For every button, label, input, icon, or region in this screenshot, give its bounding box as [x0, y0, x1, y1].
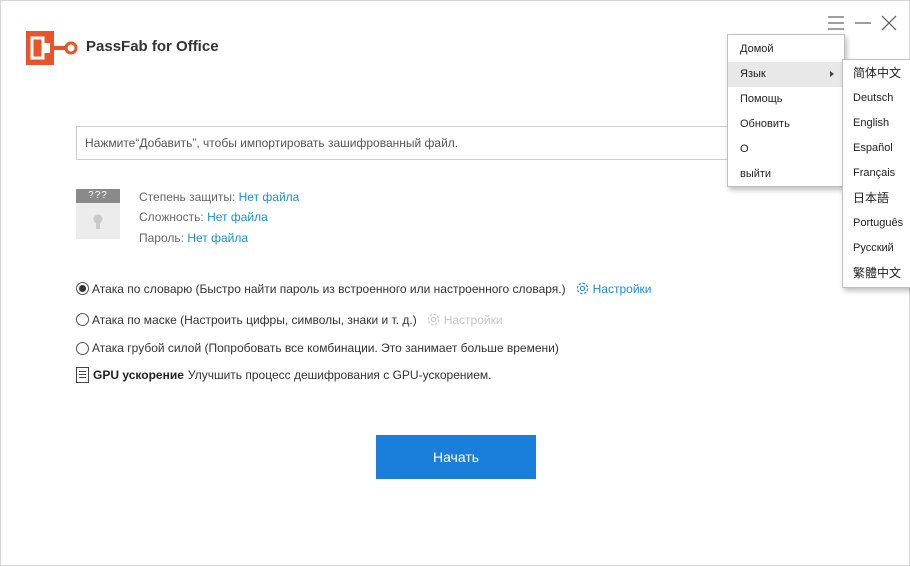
language-item-russian[interactable]: Русский [843, 236, 910, 261]
dictionary-attack-option[interactable]: Атака по словарю (Быстро найти пароль из… [76, 280, 651, 297]
brute-force-attack-radio[interactable] [76, 341, 89, 355]
mask-attack-radio[interactable] [76, 313, 89, 326]
language-item-german[interactable]: Deutsch [843, 86, 910, 111]
dictionary-settings-button[interactable]: Настройки [574, 280, 652, 297]
mask-settings-button: Настройки [425, 311, 503, 328]
menu-item-update[interactable]: Обновить [728, 112, 844, 137]
dictionary-attack-radio[interactable] [76, 282, 89, 295]
brute-force-attack-option[interactable]: Атака грубой силой (Попробовать все комб… [76, 341, 559, 355]
menu-item-about[interactable]: О [728, 137, 844, 162]
language-item-spanish[interactable]: Español [843, 136, 910, 161]
menu-item-exit[interactable]: выйти [728, 162, 844, 187]
complexity-row: Сложность: Нет файла [139, 210, 268, 224]
main-menu: Домой Язык Помощь Обновить О выйти [727, 34, 845, 187]
start-button[interactable]: Начать [376, 435, 536, 479]
language-item-japanese[interactable]: 日本語 [843, 186, 910, 211]
password-value: Нет файла [187, 231, 249, 245]
gear-icon [576, 282, 588, 295]
gpu-acceleration-title: GPU ускорение [93, 368, 184, 382]
close-icon[interactable] [879, 13, 899, 33]
app-window: PassFab for Office ??? Степень защиты: Н… [0, 0, 910, 566]
dictionary-settings-label: Настройки [592, 281, 652, 296]
gpu-acceleration-row: GPU ускорение Улучшить процесс дешифрова… [76, 367, 491, 383]
language-item-french[interactable]: Français [843, 161, 910, 186]
menu-item-home[interactable]: Домой [728, 37, 844, 62]
complexity-value: Нет файла [207, 210, 268, 224]
password-label: Пароль: [139, 231, 184, 245]
brute-force-attack-label: Атака грубой силой (Попробовать все комб… [92, 341, 559, 355]
mask-attack-option[interactable]: Атака по маске (Настроить цифры, символы… [76, 311, 503, 328]
protection-level-value: Нет файла [238, 190, 300, 204]
file-path-input[interactable] [76, 126, 746, 160]
language-item-portuguese[interactable]: Português [843, 211, 910, 236]
menu-icon[interactable] [826, 13, 846, 33]
dictionary-attack-label: Атака по словарю (Быстро найти пароль из… [92, 281, 566, 296]
language-item-english[interactable]: English [843, 111, 910, 136]
language-item-simplified-chinese[interactable]: 简体中文 [843, 61, 910, 86]
app-title: PassFab for Office [86, 38, 219, 55]
protection-level-label: Степень защиты: [139, 190, 236, 204]
file-thumbnail: ??? [76, 189, 120, 239]
gear-icon [427, 313, 439, 326]
passfab-logo-icon [26, 31, 78, 65]
lock-icon [93, 214, 103, 229]
gpu-acceleration-description: Улучшить процесс дешифрования с GPU-уско… [187, 368, 492, 382]
language-menu: 简体中文 Deutsch English Español Français 日本… [842, 59, 910, 288]
mask-settings-label: Настройки [443, 312, 503, 327]
submenu-arrow-icon [830, 71, 834, 77]
minimize-icon[interactable] [853, 13, 873, 33]
thumbnail-label: ??? [76, 189, 120, 203]
menu-item-help[interactable]: Помощь [728, 87, 844, 112]
language-item-traditional-chinese[interactable]: 繁體中文 [843, 261, 910, 286]
protection-level-row: Степень защиты: Нет файла [139, 190, 299, 204]
password-row: Пароль: Нет файла [139, 231, 248, 245]
menu-item-language-label: Язык [740, 68, 766, 80]
menu-item-language[interactable]: Язык [728, 62, 844, 87]
gpu-acceleration-checkbox[interactable] [76, 367, 89, 383]
complexity-label: Сложность: [139, 210, 204, 224]
mask-attack-label: Атака по маске (Настроить цифры, символы… [92, 312, 417, 327]
